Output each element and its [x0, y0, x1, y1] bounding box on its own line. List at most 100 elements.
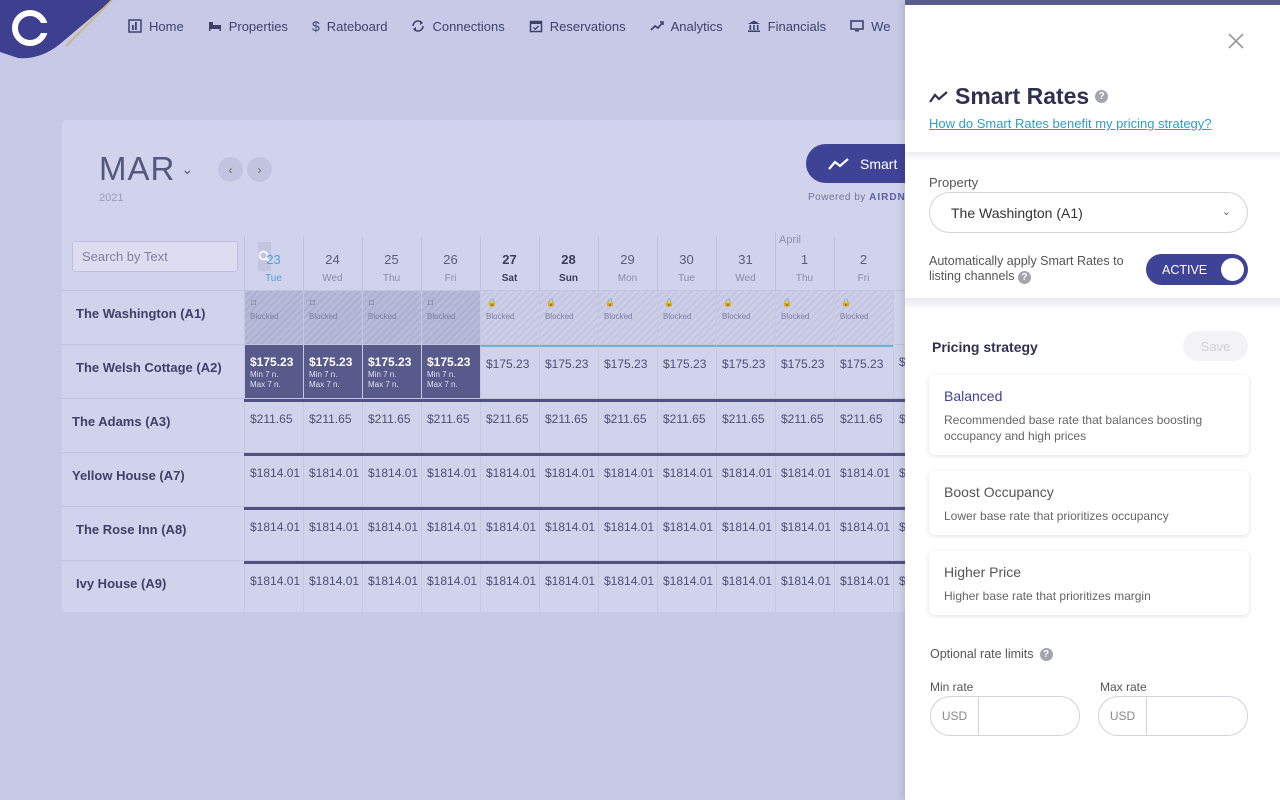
property-name[interactable]: The Welsh Cottage (A2) — [76, 360, 222, 375]
rate-cell[interactable]: $175.23 Min 7 n. Max 7 n. — [362, 345, 421, 399]
rate-cell[interactable]: $1814.01 — [244, 456, 303, 510]
rate-cell[interactable]: $1814.01 — [834, 456, 893, 510]
rate-cell[interactable]: $1814.01 — [362, 564, 421, 612]
rate-cell[interactable]: $175.23 — [775, 345, 834, 399]
rate-cell[interactable]: $175.23 — [834, 345, 893, 399]
rate-cell[interactable]: □ Blocked — [303, 291, 362, 345]
rate-cell[interactable]: $1814.01 — [834, 510, 893, 564]
rate-cell[interactable]: $1814.01 — [657, 564, 716, 612]
nav-website[interactable]: We — [850, 19, 890, 34]
nav-rateboard[interactable]: $ Rateboard — [312, 18, 388, 34]
nav-properties[interactable]: Properties — [208, 19, 288, 34]
option-higher-price[interactable]: Higher Price Higher base rate that prior… — [929, 551, 1249, 615]
rate-cell[interactable]: $211.65 — [716, 402, 775, 456]
rate-cell[interactable]: $211.65 — [303, 402, 362, 456]
rate-cell[interactable]: $175.23 — [539, 345, 598, 399]
rate-cell[interactable]: 🔒 Blocked — [834, 291, 893, 345]
rate-cell[interactable]: $1814.01 — [775, 456, 834, 510]
property-select[interactable]: The Washington (A1) ⌄ — [929, 192, 1248, 233]
help-icon[interactable]: ? — [1039, 647, 1053, 661]
rate-cell[interactable]: 🔒 Blocked — [775, 291, 834, 345]
option-balanced[interactable]: Balanced Recommended base rate that bala… — [929, 375, 1249, 455]
help-icon[interactable]: ? — [1095, 90, 1109, 103]
rate-cell[interactable]: $1814.01 — [421, 510, 480, 564]
rate-cell[interactable]: $1814.01 — [598, 456, 657, 510]
rate-cell[interactable]: $211.65 — [834, 402, 893, 456]
rate-cell[interactable]: $211.65 — [775, 402, 834, 456]
smart-rates-toggle[interactable]: ACTIVE — [1146, 254, 1248, 285]
rate-cell[interactable]: □ Blocked — [421, 291, 480, 345]
rate-cell[interactable]: $1814.01 — [716, 456, 775, 510]
rate-cell[interactable]: $1814.01 — [775, 510, 834, 564]
close-icon[interactable] — [1227, 32, 1245, 50]
rate-cell[interactable]: $175.23 Min 7 n. Max 7 n. — [244, 345, 303, 399]
rate-cell[interactable]: $1814.01 — [834, 564, 893, 612]
rate-cell[interactable]: $175.23 Min 7 n. Max 7 n. — [421, 345, 480, 399]
rate-cell[interactable]: $1814.01 — [539, 564, 598, 612]
option-boost-occupancy[interactable]: Boost Occupancy Lower base rate that pri… — [929, 471, 1249, 535]
search-input[interactable] — [73, 242, 258, 271]
rate-cell[interactable]: $175.23 — [657, 345, 716, 399]
help-icon[interactable]: ? — [1017, 271, 1031, 284]
rate-cell[interactable]: □ Blocked — [244, 291, 303, 345]
rate-cell[interactable]: $1814.01 — [421, 456, 480, 510]
rate-cell[interactable]: $1814.01 — [716, 510, 775, 564]
rate-cell[interactable]: $1814.01 — [362, 456, 421, 510]
rate-cell[interactable]: $1814.01 — [421, 564, 480, 612]
rate-cell[interactable]: $1814.01 — [303, 510, 362, 564]
prev-button[interactable]: ‹ — [218, 157, 243, 182]
rate-cell[interactable]: $211.65 — [539, 402, 598, 456]
rate-cell[interactable]: $1814.01 — [716, 564, 775, 612]
nav-analytics[interactable]: Analytics — [650, 19, 723, 34]
rate-cell[interactable]: $211.65 — [421, 402, 480, 456]
rate-cell[interactable]: $175.23 — [716, 345, 775, 399]
next-button[interactable]: › — [247, 157, 272, 182]
rate-cell[interactable]: $1814.01 — [303, 456, 362, 510]
smart-rates-info-link[interactable]: How do Smart Rates benefit my pricing st… — [929, 116, 1212, 131]
rate-cell[interactable]: $175.23 — [598, 345, 657, 399]
min-rate-input[interactable] — [979, 697, 1079, 735]
rate-cell[interactable]: $1814.01 — [244, 564, 303, 612]
rate-cell[interactable]: 🔒 Blocked — [598, 291, 657, 345]
save-button[interactable]: Save — [1183, 331, 1248, 361]
rate-cell[interactable]: $1814.01 — [244, 510, 303, 564]
rate-cell[interactable]: $1814.01 — [775, 564, 834, 612]
rate-cell[interactable]: $1814.01 — [539, 456, 598, 510]
nav-home[interactable]: Home — [128, 19, 184, 34]
rate-cell[interactable]: $1814.01 — [480, 510, 539, 564]
day-weekday: Thu — [382, 273, 401, 284]
rate-cell[interactable]: □ Blocked — [362, 291, 421, 345]
rate-cell[interactable]: $1814.01 — [362, 510, 421, 564]
rate-cell[interactable]: $1814.01 — [303, 564, 362, 612]
rate-cell[interactable]: $1814.01 — [598, 564, 657, 612]
property-name[interactable]: The Washington (A1) — [76, 306, 206, 321]
property-name[interactable]: The Rose Inn (A8) — [76, 522, 187, 537]
rate-cell[interactable]: $175.23 — [480, 345, 539, 399]
rate-cell[interactable]: 🔒 Blocked — [480, 291, 539, 345]
rate-cell[interactable]: $1814.01 — [539, 510, 598, 564]
rate-cell[interactable]: $211.65 — [480, 402, 539, 456]
nav-financials[interactable]: Financials — [747, 19, 826, 34]
rate-cell[interactable]: $211.65 — [244, 402, 303, 456]
nav-connections[interactable]: Connections — [411, 19, 505, 34]
max-stay: Max 7 n. — [250, 380, 281, 389]
app-logo[interactable] — [0, 0, 120, 60]
rate-cell[interactable]: $211.65 — [362, 402, 421, 456]
month-selector[interactable]: MAR ⌄ — [99, 150, 194, 188]
rate-cell[interactable]: $1814.01 — [598, 510, 657, 564]
rate-cell[interactable]: $1814.01 — [480, 564, 539, 612]
nav-reservations[interactable]: Reservations — [529, 19, 626, 34]
rate-cell[interactable]: $1814.01 — [657, 510, 716, 564]
rate-cell[interactable]: $1814.01 — [480, 456, 539, 510]
rate-cell[interactable]: $175.23 Min 7 n. Max 7 n. — [303, 345, 362, 399]
property-name[interactable]: Ivy House (A9) — [76, 576, 166, 591]
property-name[interactable]: The Adams (A3) — [72, 414, 170, 429]
property-name[interactable]: Yellow House (A7) — [72, 468, 185, 483]
rate-cell[interactable]: $1814.01 — [657, 456, 716, 510]
rate-cell[interactable]: 🔒 Blocked — [657, 291, 716, 345]
rate-cell[interactable]: 🔒 Blocked — [716, 291, 775, 345]
rate-cell[interactable]: $211.65 — [657, 402, 716, 456]
max-rate-input[interactable] — [1147, 697, 1247, 735]
rate-cell[interactable]: $211.65 — [598, 402, 657, 456]
rate-cell[interactable]: 🔒 Blocked — [539, 291, 598, 345]
